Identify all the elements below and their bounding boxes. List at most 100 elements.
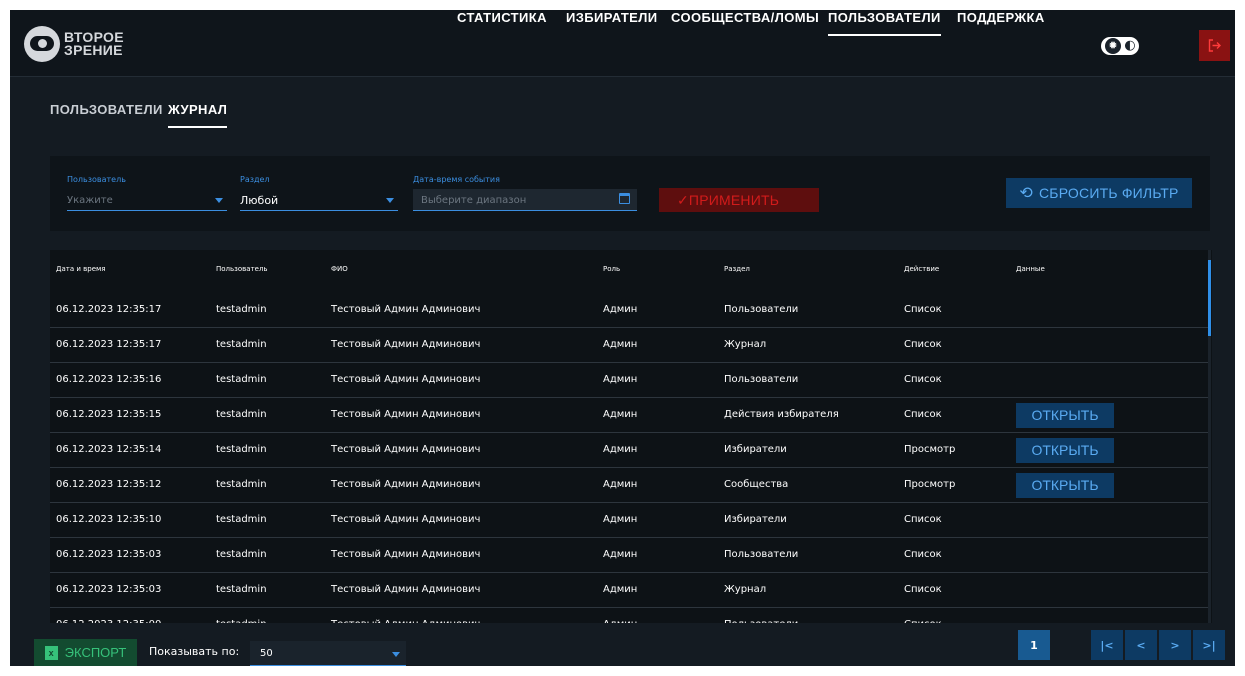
section-filter-value: Любой [240, 194, 279, 207]
datetime-range-field[interactable] [413, 189, 637, 211]
cell-datetime: 06.12.2023 12:35:16 [56, 374, 162, 385]
datetime-range-input[interactable] [421, 192, 611, 208]
cell-section: Журнал [724, 584, 767, 595]
perpage-select[interactable]: 50 [250, 641, 406, 666]
cell-role: Админ [603, 409, 638, 420]
scroll-thumb[interactable] [1208, 260, 1211, 336]
table-header: Дата и время Пользователь ФИО Роль Разде… [50, 250, 1208, 293]
nav-users[interactable]: ПОЛЬЗОВАТЕЛИ [828, 10, 941, 36]
cell-fio: Тестовый Админ Админович [331, 514, 481, 525]
cell-fio: Тестовый Админ Админович [331, 304, 481, 315]
nav-support[interactable]: ПОДДЕРЖКА [957, 10, 1045, 25]
cell-datetime: 06.12.2023 12:35:15 [56, 409, 162, 420]
logout-button[interactable] [1199, 30, 1230, 61]
cell-section: Журнал [724, 339, 767, 350]
perpage-value: 50 [260, 648, 273, 659]
cell-datetime: 06.12.2023 12:35:03 [56, 584, 162, 595]
table-row[interactable]: 06.12.2023 12:35:17 testadmin Тестовый Адм… [50, 328, 1208, 363]
cell-datetime: 06.12.2023 12:35:00 [56, 619, 161, 623]
next-page-button[interactable]: > [1159, 630, 1191, 660]
cell-datetime: 06.12.2023 12:35:17 [56, 304, 162, 315]
table-row[interactable]: 06.12.2023 12:35:17 testadmin Тестовый Адм… [50, 293, 1208, 328]
nav-voters[interactable]: ИЗБИРАТЕЛИ [566, 10, 658, 25]
subtab-users[interactable]: ПОЛЬЗОВАТЕЛИ [50, 102, 163, 117]
user-filter-label: Пользователь [67, 175, 126, 184]
col-section[interactable]: Раздел [724, 265, 750, 273]
cell-fio: Тестовый Админ Админович [331, 374, 481, 385]
chevron-down-icon [215, 198, 223, 203]
cell-user: testadmin [216, 584, 267, 595]
table-row[interactable]: 06.12.2023 12:35:16 testadmin Тестовый Адм… [50, 363, 1208, 398]
table-scrollbar[interactable] [1208, 250, 1211, 623]
cell-action: Список [904, 514, 942, 525]
cell-section: Пользователи [724, 304, 799, 315]
logout-icon [1208, 39, 1221, 52]
prev-page-button[interactable]: < [1125, 630, 1157, 660]
cell-role: Админ [603, 444, 638, 455]
subtab-journal[interactable]: ЖУРНАЛ [168, 102, 228, 128]
table-row[interactable]: 06.12.2023 12:35:15 testadmin Тестовый Адм… [50, 398, 1208, 433]
cell-user: testadmin [216, 549, 267, 560]
cell-action: Список [904, 409, 942, 420]
cell-section: Избиратели [724, 444, 787, 455]
col-data[interactable]: Данные [1016, 265, 1045, 273]
table-row[interactable]: 06.12.2023 12:35:03 testadmin Тестовый Адм… [50, 573, 1208, 608]
cell-action: Список [904, 304, 942, 315]
cell-user: testadmin [216, 479, 267, 490]
open-data-button[interactable]: ОТКРЫТЬ [1016, 438, 1114, 463]
moon-icon: ◐ [1124, 38, 1136, 53]
table-row[interactable]: 06.12.2023 12:35:03 testadmin Тестовый Адм… [50, 538, 1208, 573]
theme-toggle[interactable]: ✹ ◐ [1101, 37, 1139, 55]
cell-action: Список [904, 619, 942, 623]
cell-fio: Тестовый Админ Админович [331, 619, 480, 623]
cell-role: Админ [603, 619, 637, 623]
cell-fio: Тестовый Админ Админович [331, 549, 481, 560]
cell-section: Пользователи [724, 374, 799, 385]
cell-section: Пользователи [724, 549, 799, 560]
nav-communities[interactable]: СООБЩЕСТВА/ЛОМЫ [671, 10, 819, 25]
cell-user: testadmin [216, 444, 267, 455]
col-user[interactable]: Пользователь [216, 265, 268, 273]
open-data-button[interactable]: ОТКРЫТЬ [1016, 473, 1114, 498]
cell-action: Список [904, 584, 942, 595]
datetime-filter-label: Дата-время события [413, 175, 500, 184]
col-role[interactable]: Роль [603, 265, 620, 273]
logo-line-2: ЗРЕНИЕ [64, 42, 123, 58]
col-fio[interactable]: ФИО [331, 265, 348, 273]
cell-role: Админ [603, 339, 638, 350]
section-filter-select[interactable]: Любой [240, 189, 398, 211]
cell-action: Список [904, 549, 942, 560]
cell-fio: Тестовый Админ Админович [331, 479, 481, 490]
last-page-button[interactable]: >| [1193, 630, 1225, 660]
col-datetime[interactable]: Дата и время [56, 265, 106, 273]
cell-fio: Тестовый Админ Админович [331, 584, 481, 595]
cell-user: testadmin [216, 514, 267, 525]
open-data-button[interactable]: ОТКРЫТЬ [1016, 403, 1114, 428]
logo[interactable]: ВТОРОЕ ЗРЕНИЕ [24, 26, 124, 62]
page-1-button[interactable]: 1 [1018, 630, 1050, 660]
table-row[interactable]: 06.12.2023 12:35:12 testadmin Тестовый Адм… [50, 468, 1208, 503]
apply-button[interactable]: ✓ПРИМЕНИТЬ [659, 188, 819, 212]
cell-user: testadmin [216, 304, 267, 315]
cell-role: Админ [603, 374, 638, 385]
user-filter-select[interactable]: Укажите [67, 189, 227, 211]
cell-action: Просмотр [904, 444, 956, 455]
nav-statistics[interactable]: СТАТИСТИКА [457, 10, 547, 25]
calendar-icon[interactable] [619, 193, 630, 204]
cell-role: Админ [603, 514, 638, 525]
col-action[interactable]: Действие [904, 265, 939, 273]
cell-fio: Тестовый Админ Админович [331, 339, 481, 350]
cell-action: Просмотр [904, 479, 956, 490]
reset-filter-button[interactable]: ⟲ СБРОСИТЬ ФИЛЬТР [1006, 178, 1192, 208]
cell-user: testadmin [216, 374, 267, 385]
export-button[interactable]: x ЭКСПОРТ [34, 639, 137, 666]
cell-datetime: 06.12.2023 12:35:10 [56, 514, 162, 525]
table-row[interactable]: 06.12.2023 12:35:00 testadmin Тестовый Адм… [50, 608, 1208, 623]
cell-datetime: 06.12.2023 12:35:03 [56, 549, 162, 560]
header: ВТОРОЕ ЗРЕНИЕ СТАТИСТИКА ИЗБИРАТЕЛИ СООБ… [10, 10, 1235, 77]
table-row[interactable]: 06.12.2023 12:35:14 testadmin Тестовый Адм… [50, 433, 1208, 468]
cell-action: Список [904, 374, 942, 385]
first-page-button[interactable]: |< [1091, 630, 1123, 660]
user-filter-value: Укажите [67, 195, 113, 206]
table-row[interactable]: 06.12.2023 12:35:10 testadmin Тестовый Адм… [50, 503, 1208, 538]
